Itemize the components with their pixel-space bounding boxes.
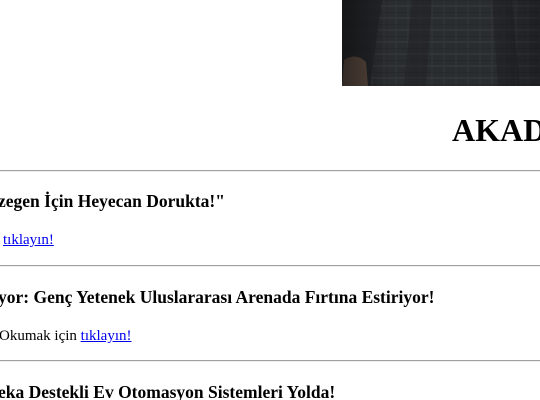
read-more-link[interactable]: tıklayın! <box>81 328 132 344</box>
read-more-prefix: Okumak için <box>0 328 81 344</box>
article-headline: yor: Genç Yetenek Uluslararası Arenada F… <box>0 287 435 307</box>
divider <box>0 170 540 172</box>
divider <box>0 265 540 267</box>
page: AKAD zegen İçin Heyecan Dorukta!" tıklay… <box>0 0 540 400</box>
article-headline: eka Destekli Ev Otomasyon Sistemleri Yol… <box>0 382 336 400</box>
article-photo <box>342 0 540 86</box>
section-title: AKAD <box>452 112 540 148</box>
article-headline: zegen İçin Heyecan Dorukta!" <box>0 191 225 211</box>
divider <box>0 360 540 362</box>
read-more: Okumak için tıklayın! <box>0 326 131 346</box>
read-more-link[interactable]: tıklayın! <box>3 232 54 248</box>
read-more: tıklayın! <box>3 230 54 250</box>
